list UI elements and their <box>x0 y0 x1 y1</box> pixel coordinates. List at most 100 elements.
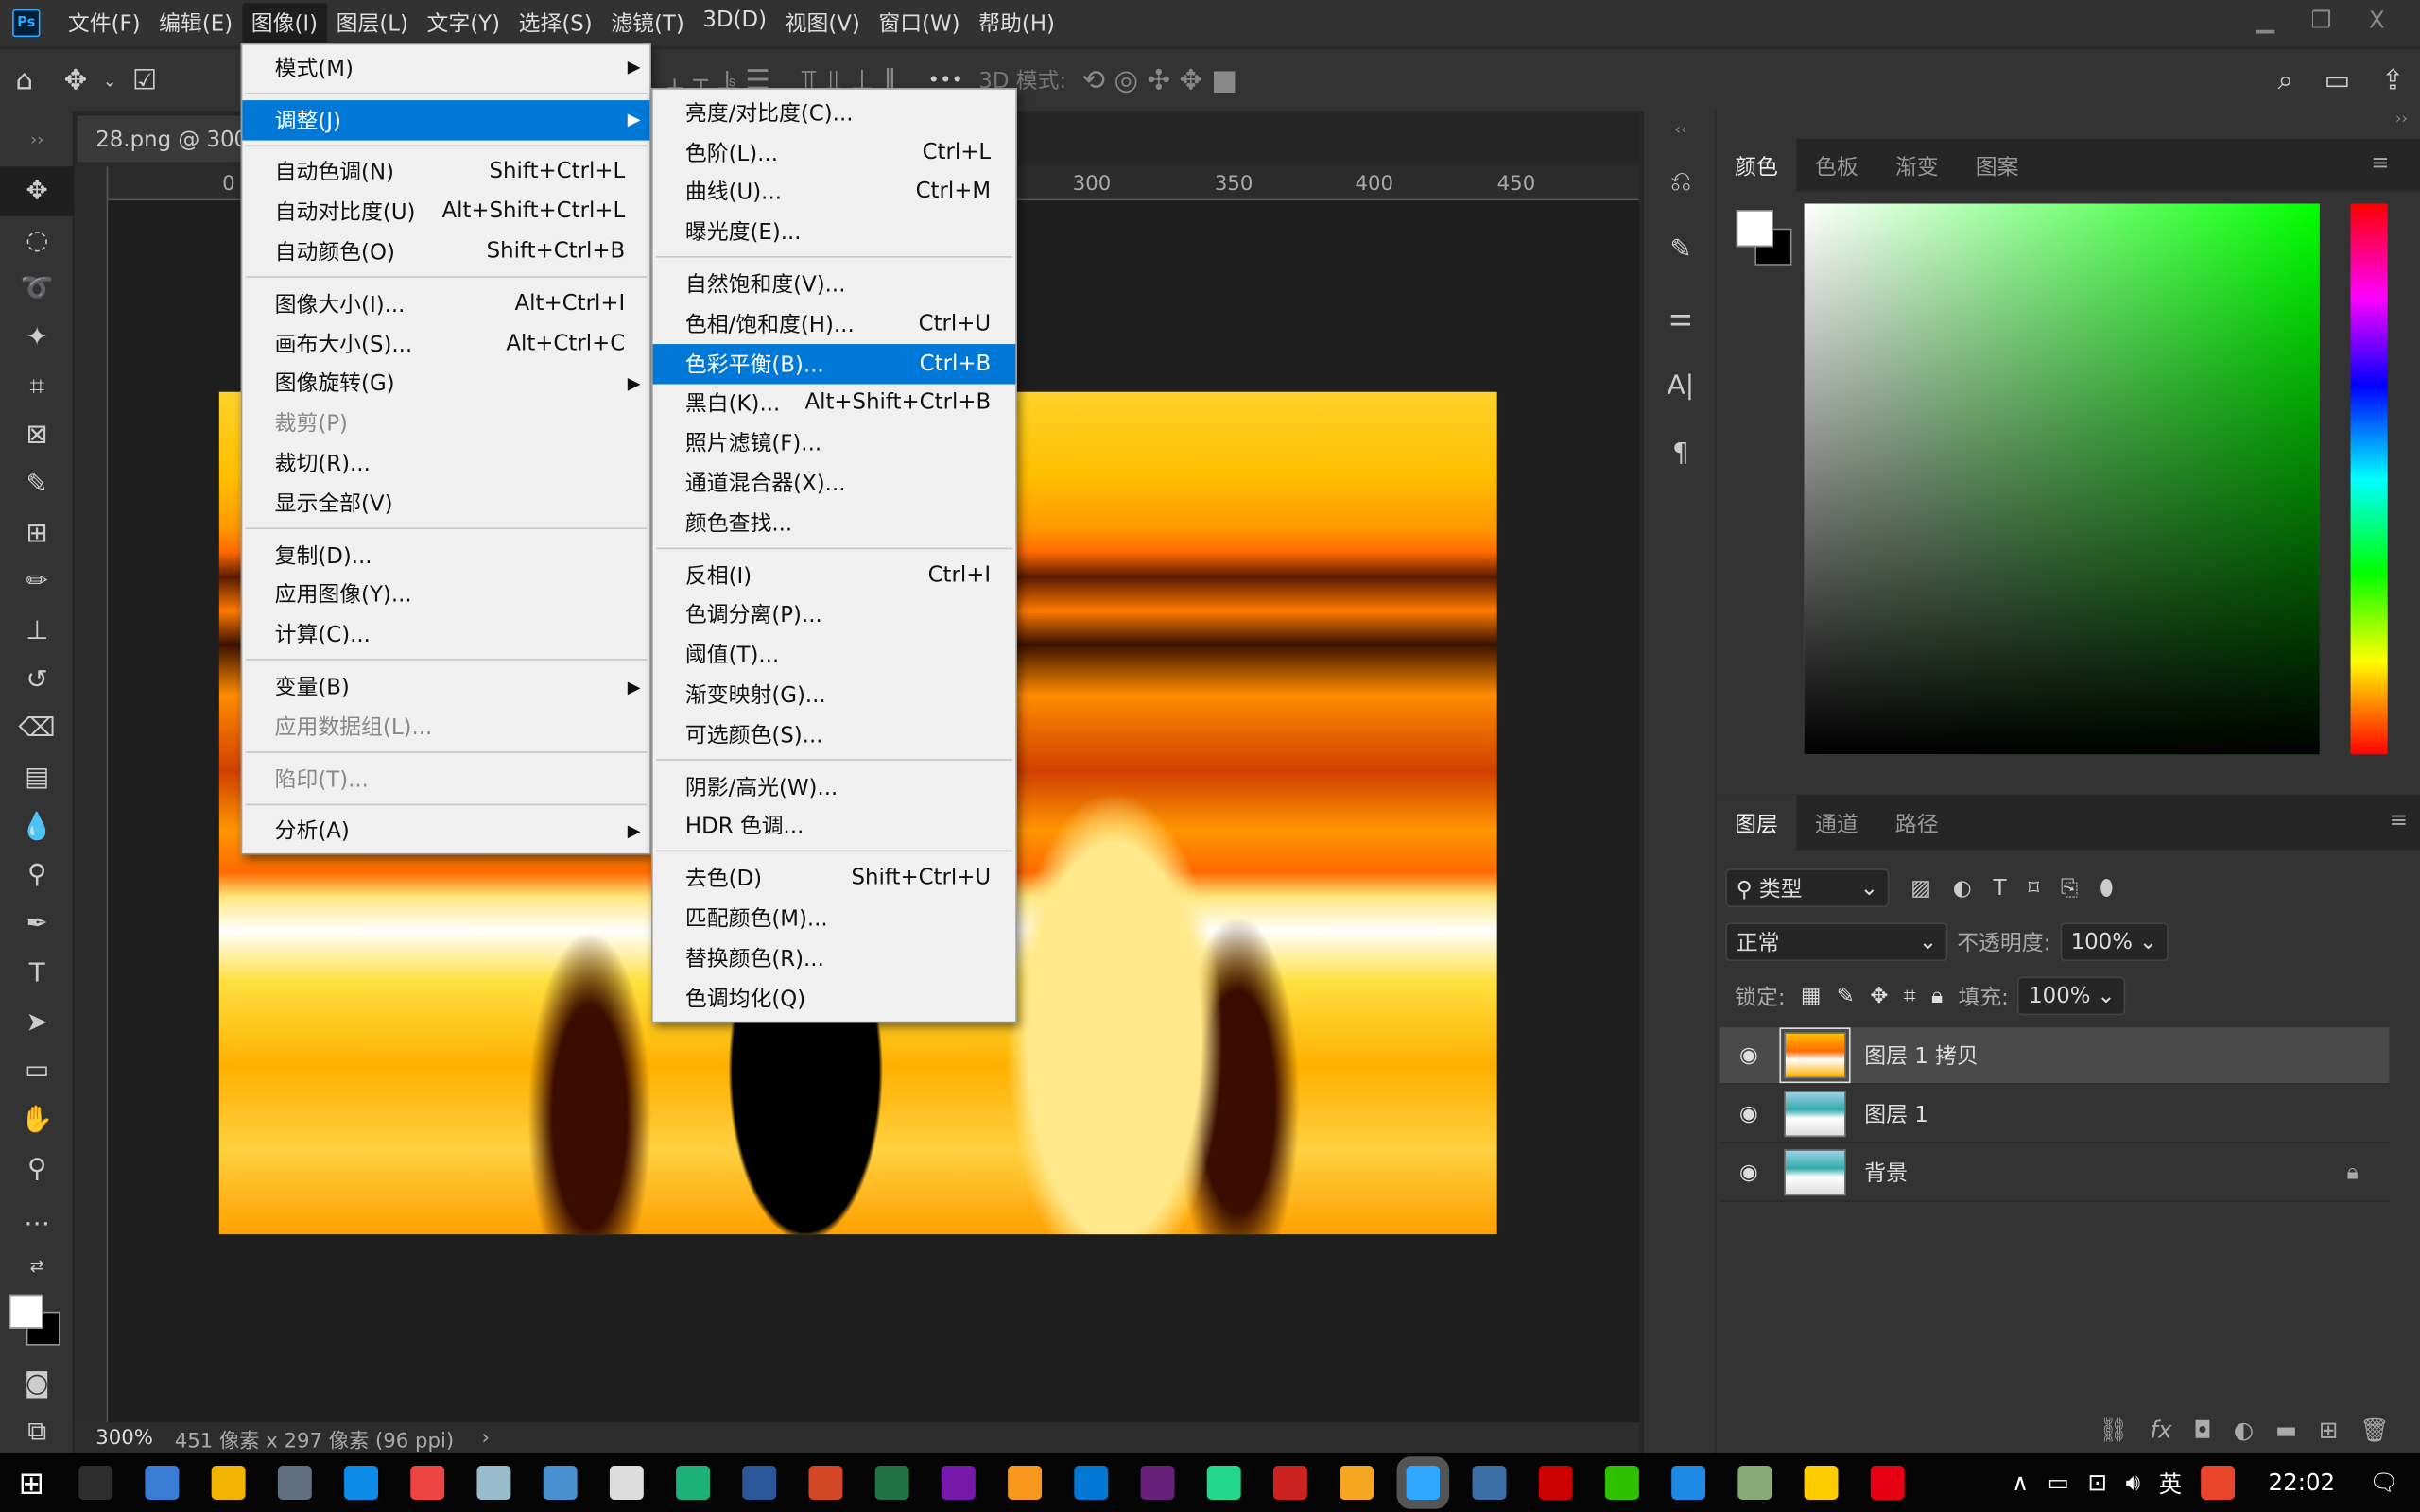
taskbar-app-icon[interactable] <box>1008 1466 1043 1500</box>
lock-all-icon[interactable]: 🔒︎ <box>1931 984 1943 1008</box>
collapse-icon[interactable]: ›› <box>0 112 74 167</box>
menu-item[interactable]: 模式(M) ▶ <box>242 48 649 88</box>
menu-item[interactable]: 裁剪(P) <box>242 404 649 443</box>
close-button[interactable]: X <box>2349 0 2405 40</box>
menu-item[interactable]: 阴影/高光(W)... <box>653 766 1016 806</box>
menu-item[interactable]: 色彩平衡(B)... Ctrl+B <box>652 343 1016 384</box>
delete-layer-icon[interactable]: 🗑︎ <box>2360 1417 2389 1444</box>
paragraph-panel-icon[interactable]: ¶ <box>1644 420 1718 488</box>
menu-item[interactable]: 分析(A) ▶ <box>242 811 649 850</box>
new-group-icon[interactable]: ▬ <box>2275 1417 2297 1444</box>
tray-chevron-icon[interactable]: ∧ <box>2012 1469 2029 1496</box>
menu-item[interactable]: 反相(I) Ctrl+I <box>653 555 1016 594</box>
taskbar-app-icon[interactable] <box>875 1466 910 1500</box>
menu-item[interactable]: 调整(J) ▶ <box>242 99 650 140</box>
taskbar-app-icon[interactable] <box>1140 1466 1175 1500</box>
taskbar-app-icon[interactable] <box>476 1466 511 1500</box>
menu-item[interactable]: 自动颜色(O) Shift+Ctrl+B <box>242 232 649 271</box>
menu-item[interactable]: 去色(D) Shift+Ctrl+U <box>653 858 1016 898</box>
history-brush-icon[interactable]: ↺ <box>0 656 74 705</box>
windows-start-icon[interactable]: ⊞ <box>19 1464 44 1501</box>
link-layers-icon[interactable]: ⛓ <box>2099 1417 2128 1444</box>
taskbar-app-icon[interactable] <box>1207 1466 1242 1500</box>
adjustment-filter-icon[interactable]: ◐ <box>1953 876 1972 901</box>
menu-7[interactable]: 3D(D) <box>694 3 776 43</box>
menu-item[interactable]: 照片滤镜(F)... <box>653 423 1016 463</box>
menu-1[interactable]: 编辑(E) <box>149 3 242 43</box>
adjustment-layer-icon[interactable]: ◐ <box>2234 1417 2254 1444</box>
sogou-icon[interactable] <box>2200 1466 2235 1500</box>
hand-tool-icon[interactable]: ✋ <box>0 1095 74 1144</box>
adjustments-icon[interactable]: ⚌ <box>1644 284 1718 352</box>
lasso-tool-icon[interactable]: ➰ <box>0 265 74 314</box>
document-tab[interactable]: 28.png @ 300% (图层 1 拷贝, RGB/8) <box>77 115 248 163</box>
tab-paths[interactable]: 路径 <box>1876 795 1957 850</box>
menu-item[interactable]: 应用数据组(L)... <box>242 707 649 747</box>
taskbar-app-icon[interactable] <box>544 1466 579 1500</box>
menu-item[interactable]: 应用图像(Y)... <box>242 575 649 614</box>
add-mask-icon[interactable]: ◘ <box>2193 1417 2211 1444</box>
menu-4[interactable]: 文字(Y) <box>418 3 510 43</box>
workspace-icon[interactable]: ▭ <box>2325 64 2351 96</box>
type-filter-icon[interactable]: T <box>1994 876 2007 901</box>
menu-item[interactable]: 图像大小(I)... Alt+Ctrl+I <box>242 284 649 323</box>
menu-item[interactable]: HDR 色调... <box>653 806 1016 846</box>
tab-swatches[interactable]: 色板 <box>1796 139 1876 192</box>
foreground-color[interactable] <box>1736 210 1773 248</box>
brush-tool-icon[interactable]: ✏ <box>0 558 74 607</box>
taskbar-app-icon[interactable] <box>1539 1466 1574 1500</box>
home-icon[interactable]: ⌂ <box>15 64 33 96</box>
tab-layers[interactable]: 图层 <box>1716 794 1797 850</box>
menu-5[interactable]: 选择(S) <box>510 3 602 43</box>
opacity-input[interactable]: 100% ⌄ <box>2060 922 2169 962</box>
new-layer-icon[interactable]: ⊞ <box>2319 1417 2339 1444</box>
menu-0[interactable]: 文件(F) <box>59 3 149 43</box>
search-icon[interactable]: ⌕ <box>2277 64 2292 96</box>
menu-item[interactable]: 阈值(T)... <box>653 635 1016 675</box>
taskbar-app-icon[interactable] <box>278 1466 313 1500</box>
menu-2[interactable]: 图像(I) <box>241 3 327 43</box>
menu-item[interactable]: 色阶(L)... Ctrl+L <box>653 132 1016 172</box>
taskbar-app-icon[interactable] <box>1605 1466 1640 1500</box>
menu-item[interactable]: 色调分离(P)... <box>653 594 1016 634</box>
shape-filter-icon[interactable]: ⌑ <box>2028 876 2039 901</box>
clock[interactable]: 22:02 <box>2269 1469 2336 1496</box>
move-tool-icon[interactable]: ✥ <box>64 64 88 96</box>
menu-item[interactable]: 画布大小(S)... Alt+Ctrl+C <box>242 324 649 364</box>
stamp-tool-icon[interactable]: ⊥ <box>0 607 74 656</box>
menu-item[interactable]: 变量(B) ▶ <box>242 667 649 707</box>
menu-item[interactable]: 亮度/对比度(C)... <box>653 93 1016 132</box>
menu-item[interactable]: 可选颜色(S)... <box>653 714 1016 754</box>
menu-item[interactable]: 自动对比度(U) Alt+Shift+Ctrl+L <box>242 192 649 232</box>
menu-item[interactable]: 替换颜色(R)... <box>653 938 1016 978</box>
taskbar-app-icon[interactable] <box>212 1466 247 1500</box>
menu-item[interactable]: 颜色查找... <box>653 503 1016 542</box>
menu-item[interactable]: 通道混合器(X)... <box>653 463 1016 503</box>
menu-10[interactable]: 帮助(H) <box>969 3 1063 43</box>
visibility-eye-icon[interactable]: ◉ <box>1720 1160 1778 1185</box>
path-select-icon[interactable]: ➤ <box>0 998 74 1047</box>
taskbar-app-icon[interactable] <box>1737 1466 1772 1500</box>
menu-9[interactable]: 窗口(W) <box>870 3 970 43</box>
auto-select-checkbox[interactable]: ☑ <box>132 64 157 96</box>
visibility-eye-icon[interactable]: ◉ <box>1720 1102 1778 1126</box>
taskbar-app-icon[interactable] <box>145 1466 180 1500</box>
fx-icon[interactable]: fx <box>2150 1417 2171 1444</box>
3d-tools-icons[interactable]: ⟲ ◎ ✣ ✥ ■ <box>1082 64 1238 96</box>
menu-8[interactable]: 视图(V) <box>776 3 870 43</box>
filter-toggle[interactable]: ⬮ <box>2100 876 2113 901</box>
chevron-right-icon[interactable]: › <box>482 1426 490 1449</box>
eraser-icon[interactable]: ⌫ <box>0 704 74 753</box>
zoom-level[interactable]: 300% <box>74 1426 174 1449</box>
menu-item[interactable]: 显示全部(V) <box>242 483 649 523</box>
color-picker-field[interactable] <box>1804 203 2320 755</box>
collapse-icon[interactable]: ‹‹ <box>1644 112 1718 148</box>
menu-item[interactable]: 匹配颜色(M)... <box>653 898 1016 937</box>
layer-row[interactable]: ◉ 图层 1 拷贝 <box>1719 1027 2390 1085</box>
menu-item[interactable]: 曝光度(E)... <box>653 212 1016 251</box>
taskbar-app-icon[interactable] <box>78 1466 113 1500</box>
taskbar-app-icon[interactable] <box>344 1466 379 1500</box>
share-icon[interactable]: ⇪ <box>2381 64 2405 96</box>
quick-mask-icon[interactable]: ◙ <box>0 1359 74 1408</box>
dodge-tool-icon[interactable]: ⚲ <box>0 851 74 901</box>
